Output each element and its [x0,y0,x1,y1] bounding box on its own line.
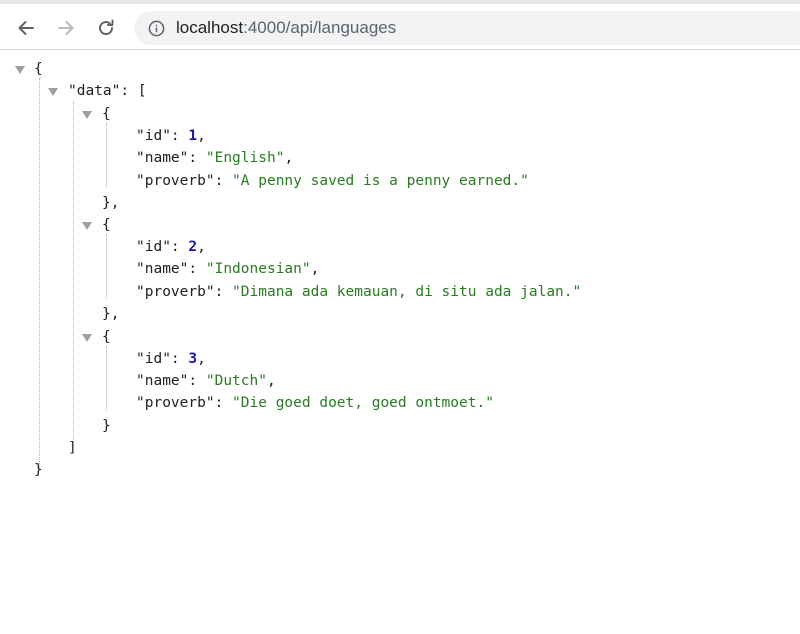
proverb-line: "proverb": "Dimana ada kemauan, di situ … [136,284,582,300]
json-key: "name" [136,373,189,389]
id-line: "id": 3, [136,351,206,367]
indent-guide-data [73,101,74,440]
item-open-brace: { [102,329,111,345]
reload-button[interactable] [90,12,122,44]
collapse-triangle-icon[interactable] [15,66,25,74]
root-close-brace: } [34,462,43,478]
collapse-triangle-icon[interactable] [82,222,92,230]
json-key: "name" [136,150,189,166]
json-string: "Dutch" [205,373,267,389]
item-close-brace: }, [102,306,120,322]
address-bar[interactable]: localhost:4000/api/languages [134,11,800,45]
forward-button[interactable] [50,12,82,44]
reload-icon [99,19,114,36]
json-key: "id" [136,351,171,367]
indent-guide-item-3 [106,346,107,410]
name-line: "name": "Indonesian", [136,261,320,277]
id-line: "id": 2, [136,239,206,255]
url-text[interactable]: localhost:4000/api/languages [176,18,396,38]
json-key: "proverb" [136,173,215,189]
collapse-triangle-icon[interactable] [82,334,92,342]
json-key: "data" [68,83,121,99]
info-icon[interactable] [147,19,165,37]
data-key-line: "data": [ [68,83,147,99]
json-string: "Dimana ada kemauan, di situ ada jalan." [232,284,582,300]
indent-guide-item-2 [106,234,107,298]
json-key: "proverb" [136,395,215,411]
proverb-line: "proverb": "Die goed doet, goed ontmoet.… [136,395,494,411]
json-string: "English" [205,150,285,166]
url-path: :4000/api/languages [243,18,397,37]
json-string: "Die goed doet, goed ontmoet." [232,395,494,411]
forward-arrow-icon [58,21,74,35]
browser-toolbar: localhost:4000/api/languages [0,0,800,50]
name-line: "name": "English", [136,150,294,166]
indent-guide-root [39,78,40,468]
json-viewer: { "data": [ { "id": 1, "name": "English"… [0,50,800,634]
json-key: "id" [136,239,171,255]
item-close-brace: } [102,418,111,434]
back-button[interactable] [10,12,42,44]
json-key: "name" [136,261,189,277]
json-number: 1 [188,128,198,144]
item-close-brace: }, [102,195,120,211]
json-number: 2 [188,239,198,255]
name-line: "name": "Dutch", [136,373,276,389]
data-close-bracket: ] [68,440,77,456]
json-key: "id" [136,128,171,144]
json-number: 3 [188,351,198,367]
back-arrow-icon [18,21,34,35]
json-string: "A penny saved is a penny earned." [232,173,529,189]
collapse-triangle-icon[interactable] [82,111,92,119]
proverb-line: "proverb": "A penny saved is a penny ear… [136,173,529,189]
item-open-brace: { [102,106,111,122]
collapse-triangle-icon[interactable] [48,88,58,96]
json-string: "Indonesian" [205,261,311,277]
url-host: localhost [176,18,244,37]
id-line: "id": 1, [136,128,206,144]
root-open-brace: { [34,61,43,77]
indent-guide-item-1 [106,123,107,187]
json-key: "proverb" [136,284,215,300]
item-open-brace: { [102,217,111,233]
